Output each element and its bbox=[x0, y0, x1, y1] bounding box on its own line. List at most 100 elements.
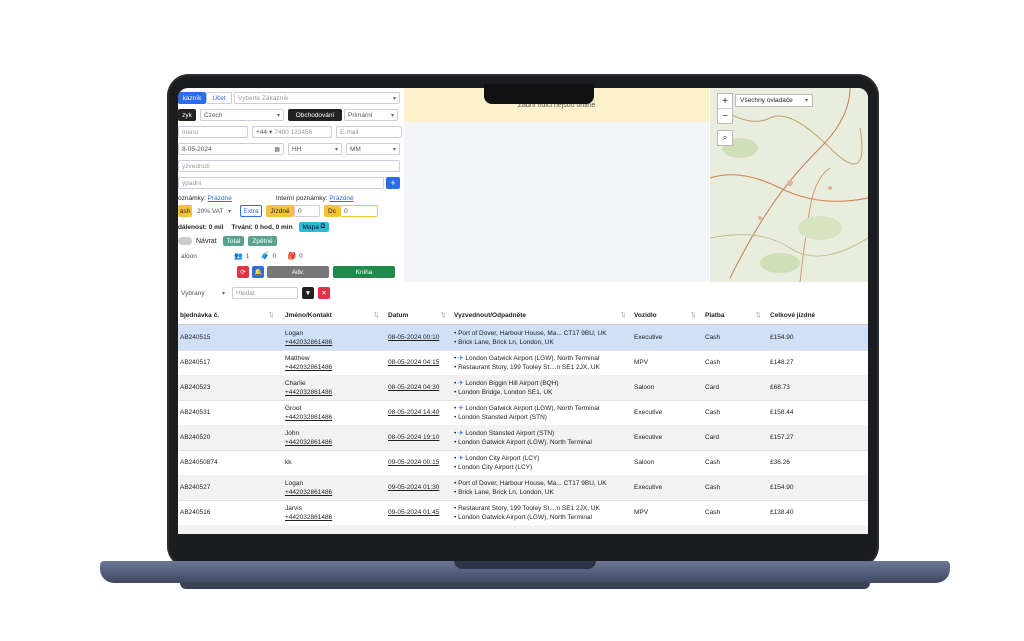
table-row[interactable]: AB240520 John +442032861486 08-05-2024 19:1… bbox=[178, 425, 868, 451]
table-row[interactable]: AB240517 Matthew +442032861486 08-05-2024 0… bbox=[178, 350, 868, 376]
dc-input[interactable]: 0 bbox=[340, 205, 378, 217]
vehicle-type: Executive bbox=[634, 434, 663, 441]
total-badge[interactable]: Total bbox=[222, 236, 245, 246]
dropoff-line: • Brick Lane, Brick Ln, London, UK bbox=[454, 338, 632, 347]
bag-icon: 🧳 bbox=[260, 253, 270, 260]
sort-icon[interactable]: ⇅ bbox=[621, 311, 626, 319]
column-header[interactable]: Celkové jízdné bbox=[770, 306, 860, 324]
refund-badge[interactable]: Zpětné bbox=[248, 236, 277, 246]
bell-icon[interactable]: 🔔 bbox=[252, 266, 264, 278]
map-button[interactable]: Mapa ⧉ bbox=[298, 222, 330, 232]
customer-phone[interactable]: +442032861486 bbox=[285, 438, 385, 447]
trade-button[interactable]: Obchodování bbox=[288, 109, 342, 121]
language-select[interactable]: Czech ▾ bbox=[200, 109, 284, 121]
column-header[interactable]: bjednávka č. ⇅ bbox=[180, 306, 280, 324]
date-value: 8-05-2024 bbox=[182, 145, 212, 153]
cash-button[interactable]: ash bbox=[178, 205, 192, 217]
tab-customer[interactable]: kazník bbox=[178, 92, 206, 104]
clear-filter-icon[interactable]: ✕ bbox=[318, 287, 330, 299]
table-cell bbox=[705, 525, 767, 534]
fare-input[interactable]: 0 bbox=[294, 205, 320, 217]
booking-date[interactable]: 09-05-2024 01:30 bbox=[388, 483, 452, 492]
column-header[interactable]: Platba ⇅ bbox=[705, 306, 767, 324]
customer-phone[interactable]: +442032861486 bbox=[285, 338, 385, 347]
column-header[interactable]: Jméno/Kontakt ⇅ bbox=[285, 306, 385, 324]
refresh-icon[interactable]: ⟳ bbox=[237, 266, 249, 278]
customer-phone[interactable]: +442032861486 bbox=[285, 488, 385, 497]
customer-phone[interactable]: +442032861486 bbox=[285, 513, 385, 522]
total-fare: £154.90 bbox=[770, 484, 794, 491]
add-stop-button[interactable]: + bbox=[386, 177, 400, 189]
table-row[interactable]: Anderson • ✈ London Gatwick Airport (LGW)… bbox=[178, 525, 868, 534]
column-header[interactable]: Datum ⇅ bbox=[388, 306, 452, 324]
booking-date[interactable]: 08-05-2024 00:10 bbox=[388, 333, 452, 342]
pickup-input[interactable]: yzvednutí bbox=[178, 160, 400, 172]
date-input[interactable]: 8-05-2024 ▦ bbox=[178, 143, 284, 155]
payment-method: Cash bbox=[705, 484, 721, 491]
dropoff-line: • London Bridge, London SE1, UK bbox=[454, 388, 632, 397]
customer-phone[interactable]: +442032861486 bbox=[285, 388, 385, 397]
booking-form: kazník Účet Vyberte Zákazník ▾ zyk Czech ▾… bbox=[178, 88, 402, 284]
dropoff-input[interactable]: ypadni bbox=[178, 177, 384, 189]
laptop-base-lip bbox=[454, 561, 596, 569]
hour-select[interactable]: HH ▾ bbox=[288, 143, 342, 155]
total-fare: £157.27 bbox=[770, 434, 794, 441]
table-row[interactable]: AB240515 Logan +442032861486 08-05-2024 00:… bbox=[178, 325, 868, 351]
dropoff-line: • Brick Lane, Brick Ln, London, UK bbox=[454, 488, 632, 497]
drivers-select[interactable]: Všechny ovladače ▾ bbox=[735, 94, 813, 107]
passengers-input[interactable]: 1 bbox=[242, 250, 261, 262]
column-header[interactable]: Vozidlo ⇅ bbox=[634, 306, 702, 324]
priority-select[interactable]: Primární ▾ bbox=[344, 109, 398, 121]
customer-select[interactable]: Vyberte Zákazník ▾ bbox=[234, 92, 400, 104]
dc-label: Dc bbox=[324, 205, 340, 217]
table-cell: AB240517 bbox=[180, 350, 280, 375]
email-input[interactable]: E-mail bbox=[336, 126, 402, 138]
map-view[interactable] bbox=[710, 88, 868, 282]
internal-notes-link[interactable]: Prázdné bbox=[329, 195, 353, 202]
zoom-out-button[interactable]: − bbox=[718, 109, 732, 123]
name-input[interactable]: méno bbox=[178, 126, 248, 138]
column-header[interactable]: Vyzvednout/Odpadněte ⇅ bbox=[454, 306, 632, 324]
sort-icon[interactable]: ⇅ bbox=[756, 311, 761, 319]
vehicle-select[interactable]: aloon bbox=[178, 250, 230, 262]
booking-date[interactable]: 09-05-2024 00:15 bbox=[388, 458, 452, 467]
filter-select[interactable]: Vybraný ▾ bbox=[178, 287, 228, 299]
booking-date[interactable]: 08-05-2024 04:15 bbox=[388, 358, 452, 367]
table-row[interactable]: AB240523 Charlie +442032861486 08-05-2024 0… bbox=[178, 375, 868, 401]
booking-date[interactable]: 08-05-2024 14:40 bbox=[388, 408, 452, 417]
filter-icon[interactable]: ▼ bbox=[302, 287, 314, 299]
booking-date[interactable]: 08-05-2024 04:30 bbox=[388, 383, 452, 392]
table-cell: £68.73 bbox=[770, 375, 860, 400]
table-row[interactable]: AB24050874 kk 09-05-2024 00:15 • ✈ London C… bbox=[178, 450, 868, 476]
sort-icon[interactable]: ⇅ bbox=[441, 311, 446, 319]
table-cell: Saloon bbox=[634, 375, 702, 400]
notes-link[interactable]: Prázdné bbox=[208, 195, 232, 202]
table-row[interactable]: AB240527 Logan +442032861486 09-05-2024 01:… bbox=[178, 475, 868, 501]
phone-input[interactable]: +44 ▾ 7400 123456 bbox=[252, 126, 332, 138]
table-cell: • Port of Dover, Harbour House, Ma... CT… bbox=[454, 325, 632, 350]
table-row[interactable]: AB240516 Jarvis +442032861486 09-05-2024 01… bbox=[178, 500, 868, 526]
luggage-input[interactable]: 0 bbox=[296, 250, 315, 262]
bags-input[interactable]: 0 bbox=[269, 250, 288, 262]
advanced-button[interactable]: Adv. bbox=[267, 266, 329, 278]
table-row[interactable]: AB240531 Groot +442032861486 08-05-2024 14:… bbox=[178, 400, 868, 426]
minute-select[interactable]: MM ▾ bbox=[346, 143, 400, 155]
return-toggle[interactable] bbox=[178, 237, 192, 245]
vat-select[interactable]: 20% VAT ▾ bbox=[194, 205, 234, 217]
sort-icon[interactable]: ⇅ bbox=[269, 311, 274, 319]
chevron-down-icon: ▾ bbox=[227, 208, 231, 215]
booking-date[interactable]: 08-05-2024 19:10 bbox=[388, 433, 452, 442]
book-button[interactable]: Kniha bbox=[333, 266, 395, 278]
tab-account[interactable]: Účet bbox=[206, 92, 232, 104]
sort-icon[interactable]: ⇅ bbox=[374, 311, 379, 319]
payment-method: Cash bbox=[705, 459, 721, 466]
zoom-in-button[interactable]: + bbox=[718, 94, 732, 109]
search-icon[interactable]: ⌕ bbox=[717, 130, 733, 146]
table-cell: • ✈ London City Airport (LCY) • London Ci… bbox=[454, 450, 632, 475]
booking-date[interactable]: 09-05-2024 01:45 bbox=[388, 508, 452, 517]
sort-icon[interactable]: ⇅ bbox=[691, 311, 696, 319]
customer-phone[interactable]: +442032861486 bbox=[285, 363, 385, 372]
extra-button[interactable]: Extra bbox=[240, 205, 262, 217]
customer-phone[interactable]: +442032861486 bbox=[285, 413, 385, 422]
search-input[interactable]: Hledat bbox=[232, 287, 298, 299]
